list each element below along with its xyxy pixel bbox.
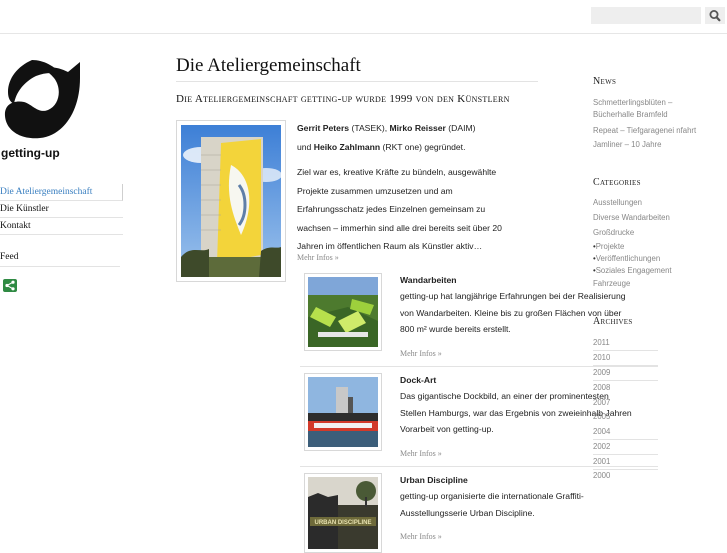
divider xyxy=(593,350,658,351)
artist-name[interactable]: Mirko Reisser xyxy=(390,123,446,133)
divider xyxy=(593,380,658,381)
news-item[interactable]: Schmetterlingsblüten – xyxy=(593,98,672,107)
intro-text: Gerrit Peters (TASEK), Mirko Reisser (DA… xyxy=(297,123,502,251)
nav-item-kontakt[interactable]: Kontakt xyxy=(0,218,123,235)
left-navigation: Die Ateliergemeinschaft Die Künstler Kon… xyxy=(0,184,123,235)
archive-year[interactable]: 2000 xyxy=(593,471,610,480)
project-description: getting-up hat langjährige Erfahrungen b… xyxy=(400,291,626,334)
project-image-wandarbeiten[interactable] xyxy=(304,273,382,351)
category-item-veroeffentlichungen[interactable]: •Veröffentlichungen xyxy=(593,254,660,263)
archive-year[interactable]: 2004 xyxy=(593,427,610,436)
project-more-link[interactable]: Mehr Infos » xyxy=(400,449,442,458)
top-bar xyxy=(0,0,727,34)
logo[interactable] xyxy=(2,58,84,142)
divider xyxy=(300,366,658,367)
archive-year[interactable]: 2001 xyxy=(593,457,610,466)
project-more-link[interactable]: Mehr Infos » xyxy=(400,532,442,541)
intro-line: Ziel war es, kreative Kräfte zu bündeln,… xyxy=(297,167,497,177)
archive-year[interactable]: 2007 xyxy=(593,398,610,407)
archives-heading: Archives xyxy=(593,316,633,327)
intro-line: Jahren im öffentlichen Raum als Künstler… xyxy=(297,241,483,251)
archive-year[interactable]: 2009 xyxy=(593,368,610,377)
project-description: getting-up organisierte die internationa… xyxy=(400,491,584,518)
project-more-link[interactable]: Mehr Infos » xyxy=(400,349,442,358)
news-item[interactable]: Bücherhalle Bramfeld xyxy=(593,110,668,119)
intro-line: Projekte zusammen umzusetzen und am xyxy=(297,185,453,196)
project-image-dock-art[interactable] xyxy=(304,373,382,451)
intro-more-link[interactable]: Mehr Infos » xyxy=(297,253,339,262)
category-item[interactable]: Großdrucke xyxy=(593,228,634,237)
category-item-projekte[interactable]: •Projekte xyxy=(593,242,624,251)
category-item[interactable]: Ausstellungen xyxy=(593,198,642,207)
project-image-urban-discipline[interactable]: URBAN DISCIPLINE xyxy=(304,473,382,553)
archive-year[interactable]: 2005 xyxy=(593,412,610,421)
artist-name[interactable]: Gerrit Peters xyxy=(297,123,349,133)
intro-image[interactable] xyxy=(176,120,286,282)
category-item-soziales[interactable]: •Soziales Engagement xyxy=(593,266,672,275)
search-icon xyxy=(709,10,721,22)
divider xyxy=(300,466,658,467)
logo-mark-icon xyxy=(4,60,80,139)
project-title-dock-art[interactable]: Dock-Art xyxy=(400,375,436,385)
search-input[interactable] xyxy=(591,7,701,24)
project-title-wandarbeiten[interactable]: Wandarbeiten xyxy=(400,275,457,285)
news-item[interactable]: Repeat – Tiefgaragenei nfahrt xyxy=(593,126,696,135)
search-button[interactable] xyxy=(705,7,725,24)
archive-year[interactable]: 2010 xyxy=(593,353,610,362)
categories-heading: Categories xyxy=(593,177,641,188)
page-title: Die Ateliergemeinschaft xyxy=(176,55,538,82)
news-item[interactable]: Jamliner – 10 Jahre xyxy=(593,140,661,149)
nav-item-ateliergemeinschaft[interactable]: Die Ateliergemeinschaft xyxy=(0,184,123,201)
archive-year[interactable]: 2002 xyxy=(593,442,610,451)
category-item[interactable]: Fahrzeuge xyxy=(593,279,630,288)
divider xyxy=(593,365,658,366)
nav-item-kuenstler[interactable]: Die Künstler xyxy=(0,201,123,218)
intro-line: wachsen – immerhin sind alle drei bereit… xyxy=(297,222,502,233)
divider xyxy=(593,469,658,470)
archive-year[interactable]: 2008 xyxy=(593,383,610,392)
project-description: Das gigantische Dockbild, an einer der p… xyxy=(400,391,632,434)
divider xyxy=(593,439,658,440)
page-subtitle: Die Ateliergemeinschaft getting-up wurde… xyxy=(176,93,510,105)
news-heading: News xyxy=(593,76,617,87)
artist-name[interactable]: Heiko Zahlmann xyxy=(314,142,380,152)
category-item[interactable]: Diverse Wandarbeiten xyxy=(593,213,670,222)
archive-year[interactable]: 2011 xyxy=(593,338,610,347)
intro-line: Erfahrungsschatz jedes Einzelnen gemeins… xyxy=(297,204,486,214)
feed-link[interactable]: Feed xyxy=(0,252,120,267)
divider xyxy=(593,454,658,455)
project-title-urban-discipline[interactable]: Urban Discipline xyxy=(400,475,468,485)
share-icon xyxy=(5,280,15,291)
project-image-text: URBAN DISCIPLINE xyxy=(314,520,371,526)
logo-text[interactable]: getting-up xyxy=(1,146,60,160)
share-button[interactable] xyxy=(3,279,17,292)
